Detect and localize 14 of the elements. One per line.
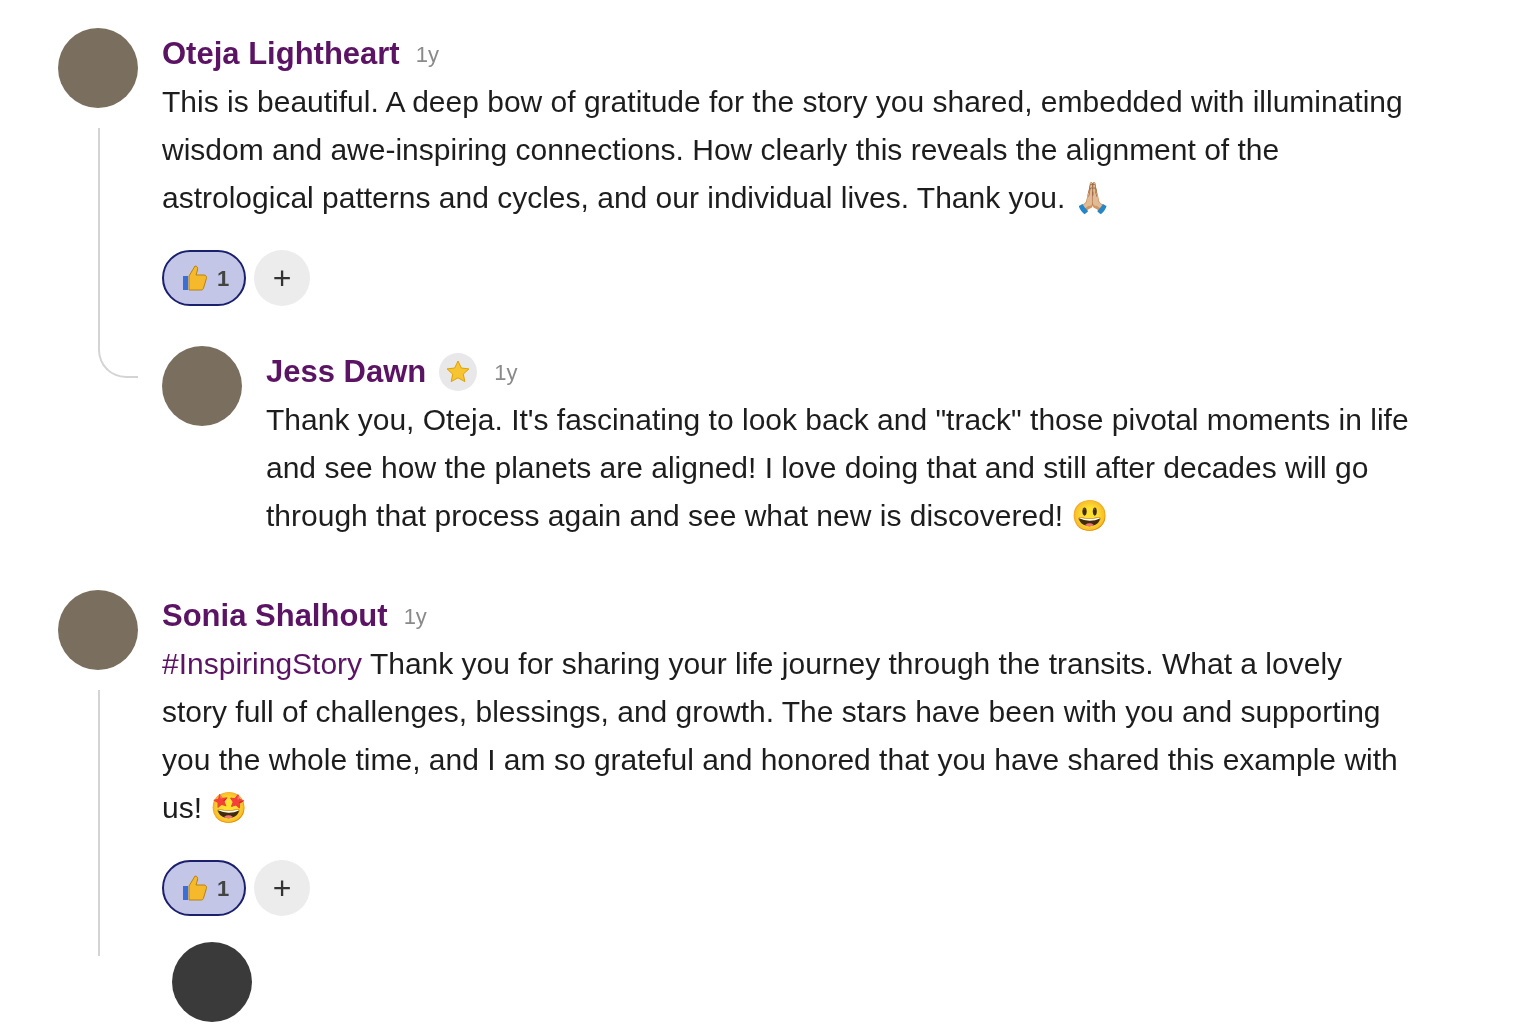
- timestamp: 1y: [403, 602, 427, 631]
- author-name[interactable]: Sonia Shalhout: [162, 592, 388, 640]
- timestamp: 1y: [494, 358, 518, 387]
- reaction-pill[interactable]: 1: [162, 860, 246, 916]
- comment-text: This is beautiful. A deep bow of gratitude for the story you shared, embedded with illuminating wisdom and awe-inspiring connections. How clearly this reveals the alignment of the astrological patterns and cycles, and our individual lives. Thank you. 🙏🏼: [162, 84, 1404, 216]
- author-name[interactable]: Jess Dawn: [266, 348, 427, 396]
- hashtag-link[interactable]: #InspiringStory: [162, 647, 370, 680]
- reaction-pill[interactable]: 1: [162, 250, 246, 306]
- timestamp: 1y: [415, 40, 439, 69]
- add-reaction-button[interactable]: +: [254, 860, 310, 916]
- comment-text: Thank you, Oteja. It's fascinating to look back and "track" those pivotal moments in life and see how the planets are aligned! I love doing that and still after decades will go through that process again and see what new is discovered! 😃: [266, 402, 1410, 534]
- author-name[interactable]: Oteja Lightheart: [162, 30, 400, 78]
- add-reaction-button[interactable]: +: [254, 250, 310, 306]
- comment-text: #InspiringStory Thank you for sharing your life journey through the transits. What a lovely story full of challenges, blessings, and growth. The stars have been with you and supporting you the whole time, and I am so grateful and honored that you have shared this example with us! 🤩: [162, 646, 1399, 826]
